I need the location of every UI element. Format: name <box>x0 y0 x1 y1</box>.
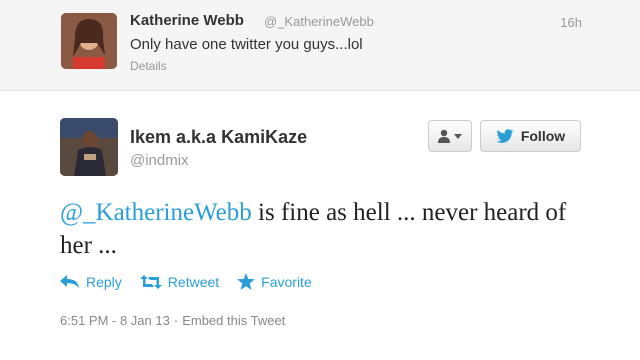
reply-tweet[interactable]: Katherine Webb @_KatherineWebb 16h Only … <box>0 0 640 91</box>
details-link[interactable]: Details <box>130 59 167 73</box>
user-icon <box>438 129 462 143</box>
author-handle[interactable]: @_KatherineWebb <box>264 14 374 29</box>
meta-separator: · <box>173 313 179 328</box>
author-name[interactable]: Ikem a.k.a KamiKaze <box>130 127 307 148</box>
favorite-button[interactable]: Favorite <box>237 273 312 290</box>
user-actions-button[interactable] <box>428 120 472 152</box>
embed-link[interactable]: Embed this Tweet <box>182 313 285 328</box>
tweet-actions: Reply Retweet Favorite <box>60 273 330 290</box>
retweet-button[interactable]: Retweet <box>139 273 220 290</box>
tweet-meta: 6:51 PM - 8 Jan 13 · Embed this Tweet <box>60 313 285 328</box>
star-icon <box>237 273 256 290</box>
retweet-icon <box>139 274 162 289</box>
chevron-down-icon <box>454 134 462 139</box>
favorite-label: Favorite <box>261 273 312 290</box>
avatar-image <box>60 118 118 176</box>
avatar[interactable] <box>61 13 117 69</box>
tweet-timestamp[interactable]: 6:51 PM - 8 Jan 13 <box>60 313 170 328</box>
follow-button[interactable]: Follow <box>480 120 581 152</box>
tweet-time[interactable]: 16h <box>560 15 582 30</box>
reply-label: Reply <box>86 273 122 290</box>
reply-icon <box>60 274 79 288</box>
follow-label: Follow <box>520 128 566 144</box>
tweet-text: Only have one twitter you guys...lol <box>130 36 363 53</box>
avatar-image <box>61 13 117 69</box>
author-handle[interactable]: @indmix <box>130 152 189 169</box>
mention-link[interactable]: @_KatherineWebb <box>60 199 252 226</box>
reply-button[interactable]: Reply <box>60 274 122 290</box>
tweet-body: @_KatherineWebb is fine as hell ... neve… <box>60 196 580 262</box>
author-name[interactable]: Katherine Webb <box>130 12 244 29</box>
avatar[interactable] <box>60 118 118 176</box>
retweet-label: Retweet <box>167 273 220 290</box>
twitter-bird-icon <box>496 128 514 143</box>
